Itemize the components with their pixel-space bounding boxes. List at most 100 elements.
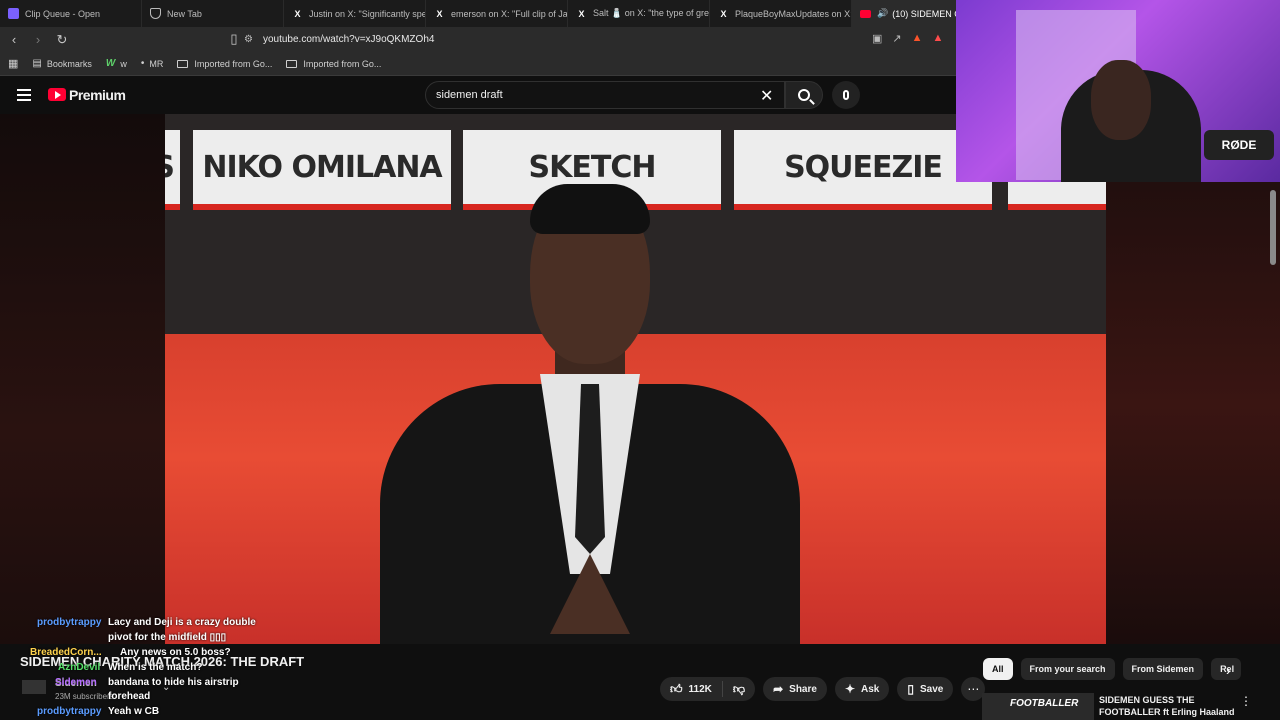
chat-username: prodbytrappy (37, 706, 102, 717)
rewards-icon[interactable]: ▲ (933, 32, 944, 45)
chat-message: forehead (108, 691, 151, 702)
tab-x-justin[interactable]: X Justin on X: "Significantly speak (284, 0, 426, 27)
chip-from-sidemen[interactable]: From Sidemen (1122, 658, 1204, 680)
bookmarks-icon: ▤ (32, 58, 42, 69)
tab-label: Justin on X: "Significantly speak (309, 8, 426, 19)
x-icon: X (720, 8, 727, 19)
chat-message: When is the match? (108, 662, 203, 673)
chat-message: Lacy and Deji is a crazy double (108, 617, 256, 628)
page-scrollbar[interactable] (1270, 190, 1276, 265)
tab-label: PlaqueBoyMaxUpdates on X: " (735, 8, 852, 19)
bookmark-label: w (120, 58, 127, 69)
chat-username: BreadedCorn... (30, 647, 102, 658)
chevron-right-icon[interactable]: › (1226, 662, 1231, 678)
channel-avatar[interactable] (22, 680, 46, 694)
bookmark-page-icon[interactable]: ▯ (224, 29, 244, 49)
shield-icon (150, 8, 161, 19)
brave-shield-icon[interactable]: ▲ (912, 32, 923, 45)
chat-message: pivot for the midfield ▯▯▯ (108, 632, 227, 643)
x-icon: X (294, 8, 301, 19)
bookmark-icon: ▯ (907, 682, 914, 696)
x-icon: X (578, 8, 585, 19)
bookmark-label: Bookmarks (46, 58, 92, 69)
tab-new-tab[interactable]: New Tab (142, 0, 284, 27)
bookmark-w[interactable]: Ww (106, 58, 127, 69)
presenter (380, 184, 800, 644)
ambient-glow-left (0, 114, 165, 644)
ambient-glow-right (1106, 114, 1280, 644)
chat-username: Sidemen (55, 677, 97, 688)
dislike-button[interactable]: 👎︎ (723, 677, 755, 701)
forward-icon[interactable]: › (28, 30, 48, 50)
video-actions: 👍︎ 112K 👎︎ ➦ Share ✦ Ask ▯ Save ⋯ (660, 677, 986, 701)
tab-x-salt[interactable]: X Salt 🧂 on X: "the type of gree (568, 0, 710, 27)
voice-search-button[interactable] (832, 81, 860, 109)
apps-icon[interactable]: ▦ (8, 57, 18, 70)
sparkle-icon: ✦ (844, 682, 856, 696)
related-video-thumbnail[interactable]: FOOTBALLER (982, 693, 1094, 720)
tab-label: Clip Queue - Open (25, 8, 101, 19)
site-info-icon[interactable]: ⚙ (244, 34, 253, 45)
chip-from-your-search[interactable]: From your search (1020, 658, 1115, 680)
w-icon: W (105, 58, 116, 69)
search-input[interactable]: sidemen draft (425, 81, 785, 109)
share-page-icon[interactable]: ↗ (892, 32, 901, 45)
menu-icon[interactable] (17, 89, 31, 101)
audio-icon: 🔊 (877, 8, 889, 18)
share-label: Share (789, 683, 817, 695)
chat-message: Yeah w CB (108, 706, 160, 717)
share-button[interactable]: ➦ Share (763, 677, 827, 701)
cast-icon[interactable]: ▣ (872, 32, 882, 45)
rode-microphone: RØDE (1204, 130, 1274, 160)
youtube-icon (860, 8, 871, 19)
tab-x-emerson[interactable]: Xemerson on X: "Full clip of Jaso (426, 0, 568, 27)
chip-all[interactable]: All (983, 658, 1013, 680)
back-icon[interactable]: ‹ (4, 30, 24, 50)
microphone-icon (843, 90, 849, 100)
share-icon: ➦ (773, 682, 784, 696)
like-dislike-group: 👍︎ 112K 👎︎ (660, 677, 756, 701)
youtube-logo-icon[interactable] (48, 88, 66, 101)
tab-clip-queue[interactable]: Clip Queue - Open (0, 0, 142, 27)
like-count: 112K (688, 683, 712, 695)
chat-username: AznDevil (58, 662, 101, 673)
subscriber-count: 23M subscribers (55, 692, 114, 701)
tab-x-plaqueboymax[interactable]: X PlaqueBoyMaxUpdates on X: " (710, 0, 852, 27)
save-label: Save (919, 683, 944, 695)
more-vertical-icon[interactable]: ⋮ (1240, 694, 1252, 708)
bookmark-mr[interactable]: • MR (141, 58, 164, 69)
folder-icon (177, 59, 189, 68)
search-button[interactable] (785, 81, 823, 109)
clear-search-icon[interactable]: ✕ (760, 86, 773, 106)
address-bar[interactable]: ⚙ youtube.com/watch?v=xJ9oQKMZOh4 (244, 30, 974, 49)
chat-message: Any news on 5.0 boss? (120, 647, 231, 658)
thumbs-down-icon: 👎︎ (732, 681, 746, 696)
chat-username: prodbytrappy (37, 617, 102, 628)
tab-label: New Tab (167, 8, 202, 19)
x-icon: X (436, 8, 443, 19)
nameplate: S (165, 130, 180, 210)
video-player[interactable]: S NIKO OMILANA SKETCH SQUEEZIE C (165, 114, 1106, 644)
tab-label: emerson on X: "Full clip of Jaso (451, 8, 568, 19)
clip-queue-icon (8, 8, 19, 19)
ask-button[interactable]: ✦ Ask (834, 677, 890, 701)
youtube-premium-logo[interactable]: Premium (69, 87, 126, 103)
presenter-hair (530, 184, 650, 234)
address-bar-actions: ▣ ↗ ▲ ▲ (872, 32, 943, 45)
related-video-title[interactable]: SIDEMEN GUESS THE FOOTBALLER ft Erling H… (1099, 694, 1239, 718)
bookmark-label: MR (149, 58, 164, 69)
bookmark-bookmarks[interactable]: ▤ Bookmarks (32, 58, 91, 69)
bookmark-label: Imported from Go... (194, 58, 273, 69)
thumbs-up-icon: 👍︎ (670, 681, 683, 696)
folder-icon (286, 59, 298, 68)
ask-label: Ask (861, 683, 880, 695)
like-button[interactable]: 👍︎ 112K (660, 677, 722, 701)
search-icon (798, 89, 810, 101)
facecam-head (1091, 60, 1151, 140)
chat-message: bandana to hide his airstrip (108, 677, 239, 688)
save-button[interactable]: ▯ Save (897, 677, 954, 701)
bookmark-folder-1[interactable]: Imported from Go... (177, 59, 272, 69)
related-filter-chips: All From your search From Sidemen Rel (983, 658, 1242, 680)
reload-icon[interactable]: ↻ (52, 30, 72, 50)
bookmark-folder-2[interactable]: Imported from Go... (286, 59, 381, 69)
